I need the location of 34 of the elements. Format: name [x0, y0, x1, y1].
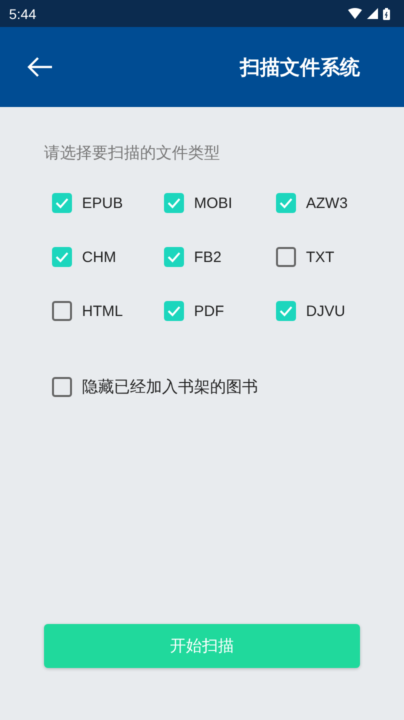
checkbox[interactable] — [52, 377, 72, 397]
checkmark-icon — [167, 197, 181, 209]
file-type-option[interactable]: MOBI — [164, 192, 276, 214]
screen-title: 扫描文件系统 — [240, 54, 360, 80]
file-type-option[interactable]: DJVU — [276, 300, 360, 322]
checkbox[interactable] — [276, 193, 296, 213]
file-type-option[interactable]: PDF — [164, 300, 276, 322]
checkbox[interactable] — [164, 301, 184, 321]
file-type-option[interactable]: CHM — [52, 246, 164, 268]
checkbox[interactable] — [276, 247, 296, 267]
status-time: 5:44 — [9, 6, 36, 22]
checkbox[interactable] — [52, 247, 72, 267]
checkmark-icon — [55, 251, 69, 263]
checkbox[interactable] — [276, 301, 296, 321]
checkmark-icon — [279, 305, 293, 317]
file-type-option[interactable]: HTML — [52, 300, 164, 322]
back-arrow-icon[interactable] — [27, 56, 53, 78]
checkmark-icon — [55, 197, 69, 209]
checkmark-icon — [279, 197, 293, 209]
hide-shelved-option[interactable]: 隐藏已经加入书架的图书 — [44, 376, 360, 398]
checkbox[interactable] — [164, 247, 184, 267]
checkmark-icon — [167, 305, 181, 317]
file-type-option[interactable]: TXT — [276, 246, 360, 268]
checkbox[interactable] — [52, 193, 72, 213]
section-prompt: 请选择要扫描的文件类型 — [44, 143, 221, 164]
signal-icon — [367, 8, 378, 19]
checkmark-icon — [167, 251, 181, 263]
file-type-option[interactable]: FB2 — [164, 246, 276, 268]
file-type-option[interactable]: AZW3 — [276, 192, 360, 214]
checkbox[interactable] — [52, 301, 72, 321]
battery-icon — [383, 8, 390, 20]
file-type-option[interactable]: EPUB — [52, 192, 164, 214]
checkbox[interactable] — [164, 193, 184, 213]
wifi-icon — [348, 8, 362, 19]
